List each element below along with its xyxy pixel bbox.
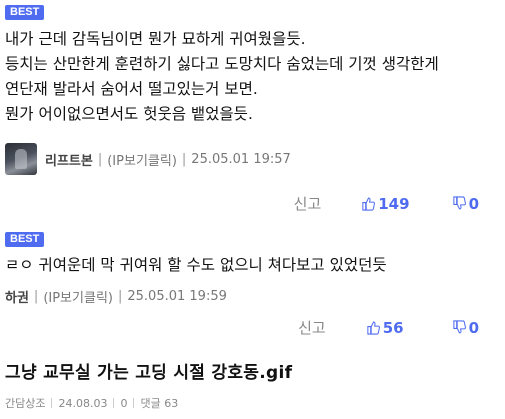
- comment-line: 뭔가 어이없으면서도 헛웃음 뱉었을듯.: [5, 105, 253, 123]
- thumbs-down-icon: [452, 196, 466, 210]
- timestamp: 25.05.01 19:59: [127, 289, 227, 304]
- like-button[interactable]: 149: [361, 194, 410, 213]
- comment-actions: 신고 56 0: [298, 317, 479, 338]
- divider: [133, 398, 135, 408]
- comment-body: 내가 근데 감독님이면 뭔가 묘하게 귀여웠을듯. 등치는 산만한게 훈련하기 …: [5, 27, 439, 127]
- report-button[interactable]: 신고: [298, 317, 326, 338]
- post-author[interactable]: 간담상조: [5, 395, 45, 411]
- report-button[interactable]: 신고: [294, 193, 322, 214]
- separator: |: [181, 151, 187, 167]
- dislike-count: 0: [468, 194, 479, 213]
- like-count: 56: [382, 318, 404, 337]
- nickname[interactable]: 리프트본: [45, 150, 93, 169]
- post-date: 24.08.03: [58, 396, 108, 410]
- separator: |: [97, 151, 103, 167]
- like-button[interactable]: 56: [366, 319, 404, 337]
- avatar[interactable]: [5, 143, 37, 175]
- thumbs-up-icon: [367, 321, 380, 335]
- nickname[interactable]: 하권: [5, 287, 29, 306]
- best-badge: BEST: [5, 5, 45, 20]
- timestamp: 25.05.01 19:57: [191, 151, 291, 167]
- post-views: 0: [120, 396, 128, 410]
- dislike-button[interactable]: 0: [452, 319, 479, 337]
- like-count: 149: [378, 194, 410, 213]
- comment-meta: 하권 | (IP보기클릭) | 25.05.01 19:59: [5, 287, 227, 306]
- ip-link[interactable]: (IP보기클릭): [107, 150, 177, 169]
- dislike-button[interactable]: 0: [452, 195, 479, 213]
- separator: |: [117, 289, 123, 304]
- post-title-link[interactable]: 그냥 교무실 가는 고딩 시절 강호동.gif: [5, 358, 292, 383]
- thumbs-up-icon: [362, 197, 376, 211]
- comment-meta: 리프트본 | (IP보기클릭) | 25.05.01 19:57: [5, 143, 291, 175]
- post-meta: 간담상조 24.08.03 0 댓글 63: [5, 395, 178, 411]
- thumbs-down-icon: [452, 320, 466, 334]
- comment-line: 등치는 산만한게 훈련하기 싫다고 도망치다 숨었는데 기껏 생각한게: [5, 55, 439, 73]
- separator: |: [33, 289, 39, 304]
- comment-actions: 신고 149 0: [294, 193, 479, 214]
- post-comment-count: 댓글 63: [140, 397, 179, 410]
- dislike-count: 0: [468, 318, 479, 337]
- comment-body: ㄹㅇ 귀여운데 막 귀여워 할 수도 없으니 쳐다보고 있었던듯: [5, 253, 387, 278]
- comment-line: ㄹㅇ 귀여운데 막 귀여워 할 수도 없으니 쳐다보고 있었던듯: [5, 256, 387, 274]
- best-badge: BEST: [5, 232, 45, 247]
- comment-line: 연단재 발라서 숨어서 떨고있는거 보면.: [5, 80, 258, 98]
- comment-line: 내가 근데 감독님이면 뭔가 묘하게 귀여웠을듯.: [5, 30, 306, 48]
- divider: [113, 398, 115, 408]
- ip-link[interactable]: (IP보기클릭): [43, 287, 113, 306]
- divider: [51, 398, 53, 408]
